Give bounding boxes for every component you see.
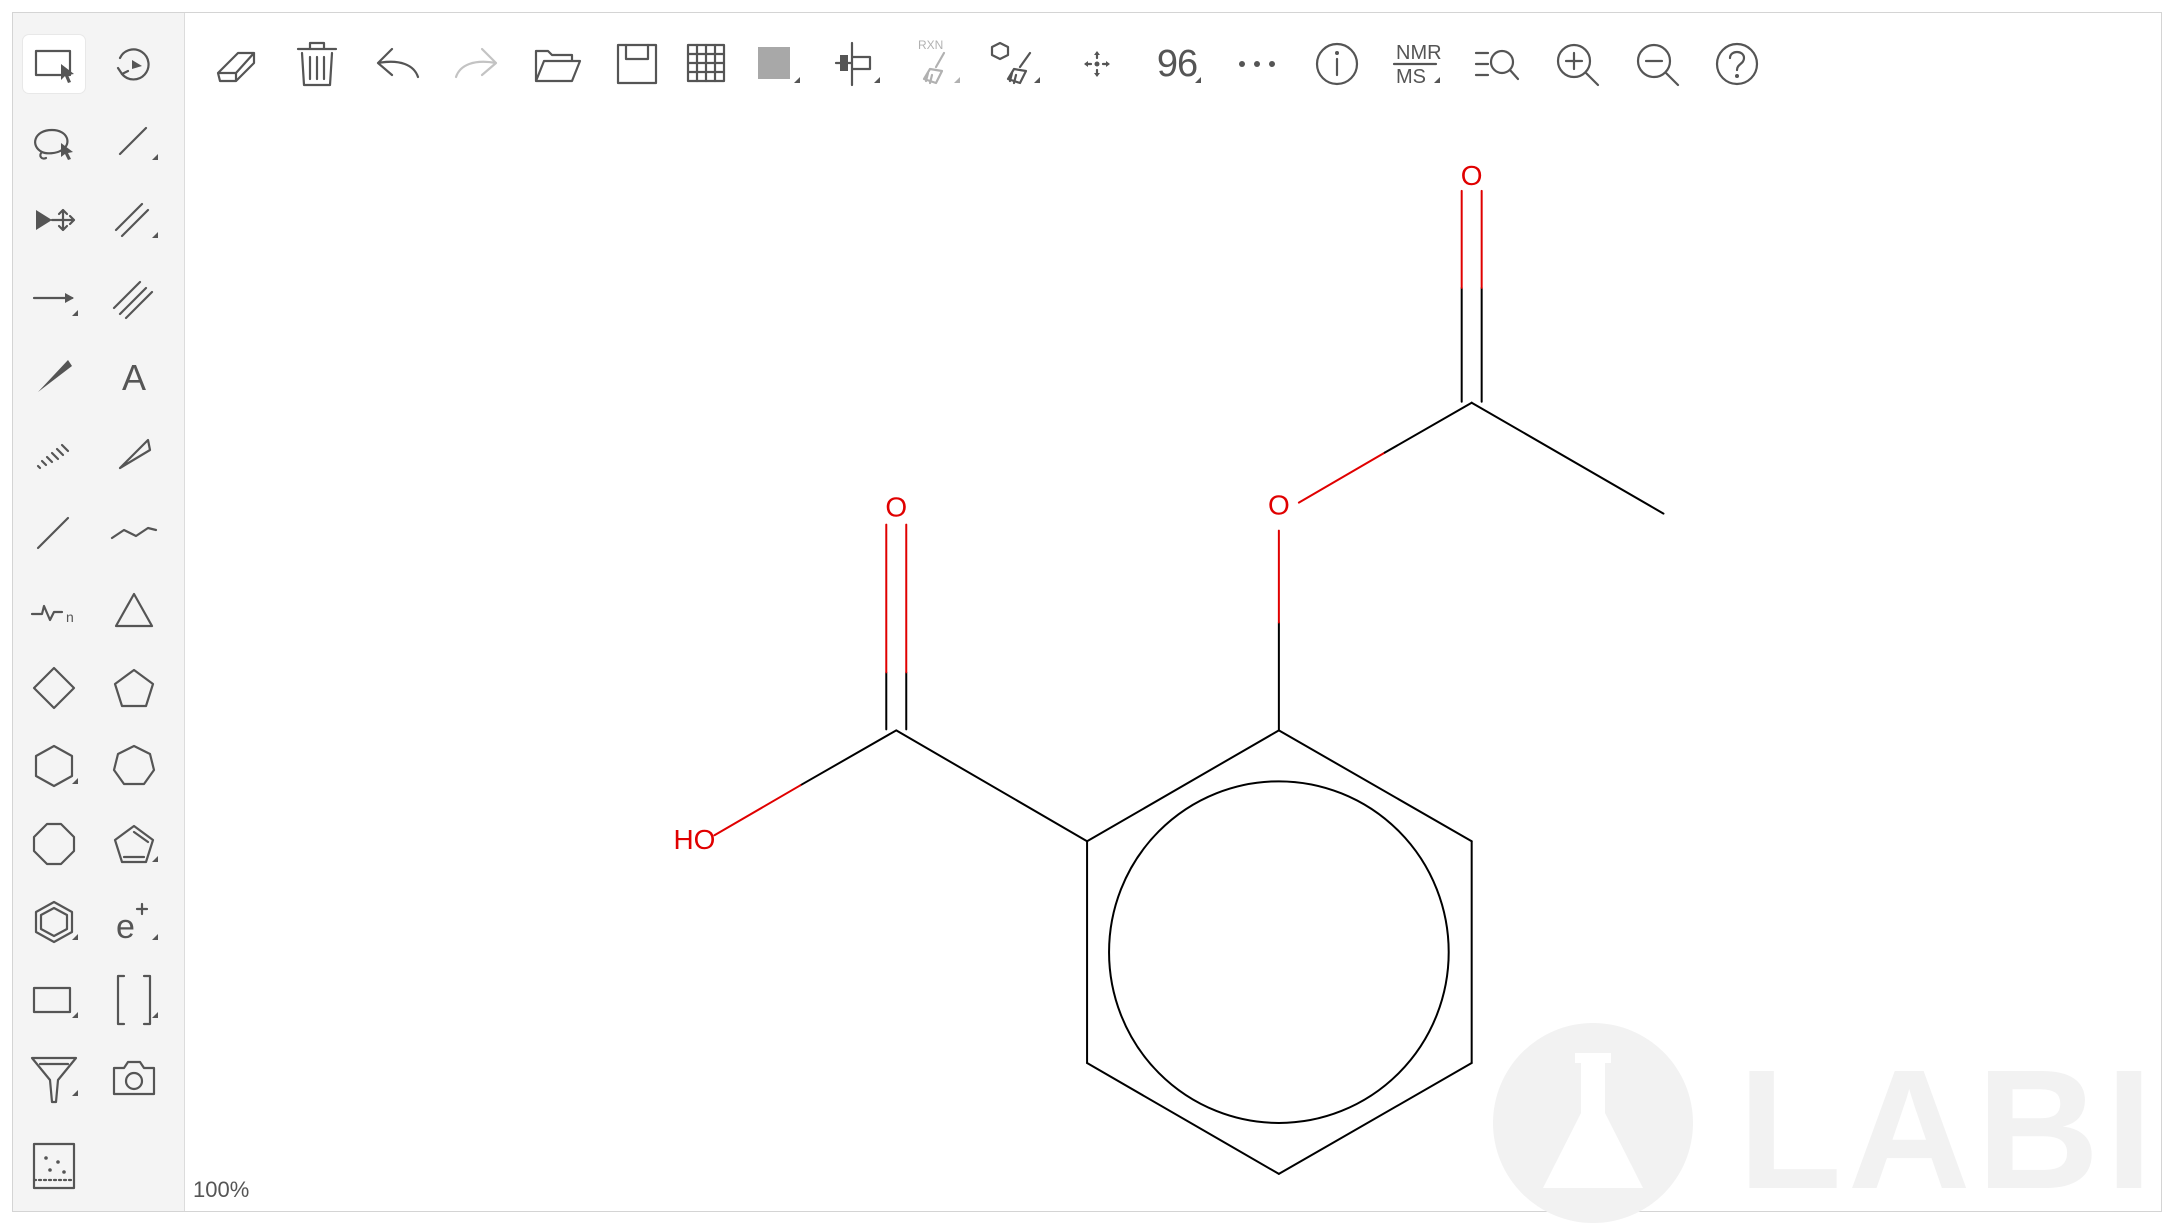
svg-text:e: e xyxy=(116,908,135,946)
template-icon[interactable] xyxy=(23,1137,85,1195)
zoom-level: 100% xyxy=(193,1177,250,1202)
bold-bond-icon[interactable] xyxy=(23,503,85,561)
move-icon[interactable] xyxy=(23,191,85,249)
double-bond-icon[interactable] xyxy=(103,191,165,249)
camera-icon[interactable] xyxy=(103,1049,165,1107)
text-icon[interactable]: A xyxy=(103,347,165,405)
cyclopentadiene-icon[interactable] xyxy=(103,815,165,873)
more-icon[interactable] xyxy=(1225,33,1289,95)
benzene-ring[interactable] xyxy=(1086,729,1473,1175)
hollow-wedge-icon[interactable] xyxy=(103,425,165,483)
single-bond-icon[interactable] xyxy=(103,113,165,171)
atom-label-hydroxyl[interactable]: HO xyxy=(673,824,715,855)
structure-clean-icon[interactable] xyxy=(985,33,1049,95)
rectangle-select-icon[interactable] xyxy=(23,35,85,93)
shape-rectangle-icon[interactable] xyxy=(23,971,85,1029)
atom-label-carbonyl-oxygen-2[interactable]: O xyxy=(885,492,907,523)
chain-icon[interactable] xyxy=(103,503,165,561)
left-toolbar: A n e xyxy=(13,13,185,1211)
nmr-ms-icon[interactable]: NMR MS xyxy=(1385,33,1449,95)
svg-text:n: n xyxy=(66,609,74,625)
color-fill-icon[interactable] xyxy=(745,33,809,95)
molecule[interactable]: O O O HO xyxy=(673,160,1665,1175)
top-toolbar: RXN 96 NMR MS xyxy=(185,13,2161,113)
trash-icon[interactable] xyxy=(285,33,349,95)
arrow-icon[interactable] xyxy=(23,269,85,327)
zoom-in-icon[interactable] xyxy=(1545,33,1609,95)
triple-bond-icon[interactable] xyxy=(103,269,165,327)
hashed-bond-icon[interactable] xyxy=(23,425,85,483)
cyclohexane-icon[interactable] xyxy=(23,737,85,795)
benzene-icon[interactable] xyxy=(23,893,85,951)
charge-icon[interactable]: e xyxy=(103,893,165,951)
cyclopentane-icon[interactable] xyxy=(103,659,165,717)
center-icon[interactable] xyxy=(1065,33,1129,95)
eraser-icon[interactable] xyxy=(205,33,269,95)
svg-text:A: A xyxy=(122,357,146,398)
font-size-button[interactable]: 96 xyxy=(1145,33,1209,95)
save-icon[interactable] xyxy=(605,33,669,95)
zoom-out-icon[interactable] xyxy=(1625,33,1689,95)
rotate-icon[interactable] xyxy=(103,35,165,93)
group-abbreviation-icon[interactable]: n xyxy=(23,581,85,639)
atom-label-ester-oxygen[interactable]: O xyxy=(1268,490,1290,521)
wedge-bond-icon[interactable] xyxy=(23,347,85,405)
info-icon[interactable] xyxy=(1305,33,1369,95)
undo-icon[interactable] xyxy=(365,33,429,95)
grid-icon[interactable] xyxy=(675,33,739,95)
atom-label-carbonyl-oxygen-1[interactable]: O xyxy=(1461,160,1483,191)
cyclopropane-icon[interactable] xyxy=(103,581,165,639)
bracket-icon[interactable] xyxy=(103,971,165,1029)
svg-text:RXN: RXN xyxy=(918,38,943,52)
cyclooctane-icon[interactable] xyxy=(23,815,85,873)
carboxyl-group[interactable] xyxy=(713,523,1089,843)
svg-text:MS: MS xyxy=(1396,66,1426,88)
cyclobutane-icon[interactable] xyxy=(23,659,85,717)
acetoxy-group[interactable] xyxy=(1277,189,1665,732)
chemical-editor: A n e RXN 96 NMR MS LABII O O O HO 100% xyxy=(12,12,2170,1223)
svg-text:NMR: NMR xyxy=(1396,42,1442,64)
reaction-clean-icon[interactable]: RXN xyxy=(905,33,969,95)
cycloheptane-icon[interactable] xyxy=(103,737,165,795)
drawing-canvas[interactable]: O O O HO xyxy=(185,113,2161,1212)
search-structure-icon[interactable] xyxy=(1465,33,1529,95)
open-folder-icon[interactable] xyxy=(525,33,589,95)
help-icon[interactable] xyxy=(1705,33,1769,95)
redo-icon[interactable] xyxy=(445,33,509,95)
align-icon[interactable] xyxy=(825,33,889,95)
lasso-select-icon[interactable] xyxy=(23,113,85,171)
funnel-icon[interactable] xyxy=(23,1049,85,1107)
